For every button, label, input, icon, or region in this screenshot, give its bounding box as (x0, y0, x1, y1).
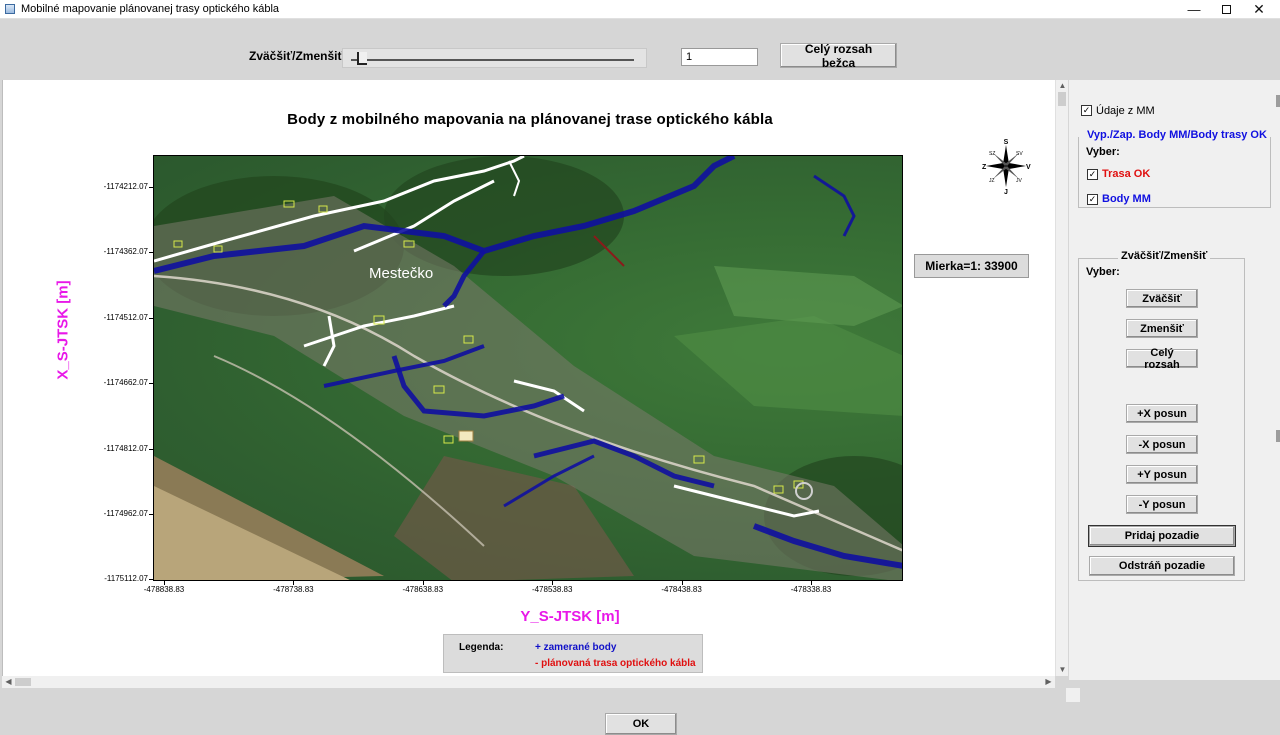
app-icon (5, 4, 15, 14)
x-tick-mark (164, 581, 165, 585)
title-bar: Mobilné mapovanie plánovanej trasy optic… (0, 0, 1280, 19)
mm-data-checkbox[interactable]: ✓ (1081, 105, 1092, 116)
x-tick-label: -478338.83 (790, 585, 832, 594)
y-tick-mark (149, 383, 153, 385)
x-tick-mark (422, 581, 424, 585)
compass-ne: SV (1016, 151, 1023, 157)
add-background-button[interactable]: Pridaj pozadie (1088, 525, 1236, 547)
y-axis-label: X_S-JTSK [m] (54, 280, 72, 380)
full-range-slider-button[interactable]: Celý rozsah bežca (780, 42, 897, 70)
minus-x-shift-button[interactable]: -X posun (1126, 435, 1198, 454)
zoom-select-label: Vyber: (1086, 266, 1120, 278)
y-tick-label: -1174812.07 (103, 443, 148, 453)
scroll-down-icon[interactable]: ▼ (1056, 664, 1069, 676)
vertical-scroll-thumb[interactable] (1058, 92, 1066, 106)
y-tick-mark (149, 514, 153, 515)
map-marker (458, 430, 474, 442)
toggle-select-label: Vyber: (1086, 146, 1120, 158)
scroll-up-icon[interactable]: ▲ (1056, 80, 1069, 92)
points-mm-label: Body MM (1102, 193, 1151, 205)
window-edge-mark (1276, 430, 1280, 442)
x-tick-mark (811, 581, 812, 585)
map-title: Body z mobilného mapovania na plánovanej… (287, 111, 773, 128)
x-tick-label: -478438.83 (661, 585, 702, 594)
y-tick-label: -1174662.07 (103, 378, 148, 388)
y-tick-mark (149, 252, 153, 254)
y-tick-mark (149, 448, 153, 450)
zoom-slider-thumb[interactable] (356, 52, 367, 65)
x-tick-mark (552, 581, 554, 585)
minus-y-shift-button[interactable]: -Y posun (1126, 495, 1198, 514)
compass-rose-icon: S J Z V SZ SV JZ JV (982, 139, 1031, 195)
full-range-button[interactable]: Celý rozsah (1126, 347, 1198, 371)
points-mm-checkbox[interactable]: ✓ (1087, 194, 1098, 205)
scroll-right-icon[interactable]: ▶ (1042, 676, 1055, 688)
x-tick-label: -478538.83 (531, 585, 573, 594)
mm-data-label: Údaje z MM (1096, 105, 1155, 117)
window-title: Mobilné mapovanie plánovanej trasy optic… (21, 3, 280, 15)
remove-background-button[interactable]: Odstráň pozadie (1089, 556, 1235, 576)
compass-sw: JZ (989, 178, 995, 184)
zoom-out-button[interactable]: Zmenšiť (1126, 319, 1198, 338)
zoom-slider-label: Zväčšiť/Zmenšiť: (249, 49, 348, 63)
y-tick-label: -1174962.07 (103, 509, 148, 518)
toggle-layers-title: Vyp./Zap. Body MM/Body trasy OK (1087, 129, 1267, 141)
window-edge-mark (1276, 95, 1280, 107)
horizontal-scroll-thumb[interactable] (15, 678, 31, 686)
legend-points: + zamerané body (535, 642, 617, 653)
map-scale-box: Mierka=1: 33900 (914, 254, 1029, 278)
y-tick-label: -1174362.07 (103, 247, 148, 257)
horizontal-scrollbar[interactable]: ◀ ▶ (2, 676, 1055, 688)
x-tick-label: -478838.83 (143, 585, 185, 594)
map-legend: Legenda: + zamerané body - plánovaná tra… (443, 634, 703, 673)
x-tick-mark (293, 581, 295, 585)
route-ok-checkbox[interactable]: ✓ (1087, 169, 1098, 180)
x-tick-mark (681, 581, 683, 585)
legend-title: Legenda: (459, 642, 504, 653)
meadow-area (674, 316, 902, 416)
meadow-area (714, 266, 902, 326)
route-ok-label: Trasa OK (1102, 168, 1151, 180)
map-view[interactable]: Mestečko (153, 155, 903, 581)
zoom-group-title: Zväčšiť/Zmenšiť (1118, 250, 1211, 262)
compass-west: Z (982, 164, 987, 171)
zoom-value-input[interactable] (681, 48, 758, 66)
vertical-scrollbar[interactable]: ▲ ▼ (1055, 80, 1068, 676)
compass-se: JV (1016, 178, 1023, 184)
y-tick-mark (149, 317, 153, 319)
legend-route: - plánovaná trasa optického kábla (535, 658, 696, 669)
ok-button[interactable]: OK (605, 713, 677, 735)
compass-nw: SZ (989, 151, 995, 157)
plus-y-shift-button[interactable]: +Y posun (1126, 465, 1198, 484)
scroll-corner (1066, 688, 1080, 702)
y-tick-label: -1175112.07 (104, 574, 148, 584)
place-label: Mestečko (369, 265, 433, 282)
x-axis-label: Y_S-JTSK [m] (520, 608, 620, 625)
x-tick-label: -478638.83 (402, 585, 444, 594)
x-tick-label: -478738.83 (273, 585, 314, 594)
y-tick-label: -1174212.07 (103, 182, 148, 191)
close-icon[interactable]: ✕ (1236, 0, 1280, 19)
planned-route-line (813, 174, 856, 237)
y-tick-mark (149, 187, 153, 188)
compass-north: S (1004, 139, 1009, 146)
compass-east: V (1026, 164, 1031, 171)
scroll-left-icon[interactable]: ◀ (2, 676, 15, 688)
zoom-slider[interactable] (342, 48, 647, 68)
y-tick-mark (149, 579, 153, 581)
y-tick-label: -1174512.07 (103, 312, 148, 322)
aerial-map-image: Mestečko (154, 156, 902, 580)
zoom-slider-track (351, 59, 634, 61)
zoom-in-button[interactable]: Zväčšiť (1126, 289, 1198, 308)
compass-south: J (1004, 189, 1008, 195)
plus-x-shift-button[interactable]: +X posun (1126, 404, 1198, 423)
